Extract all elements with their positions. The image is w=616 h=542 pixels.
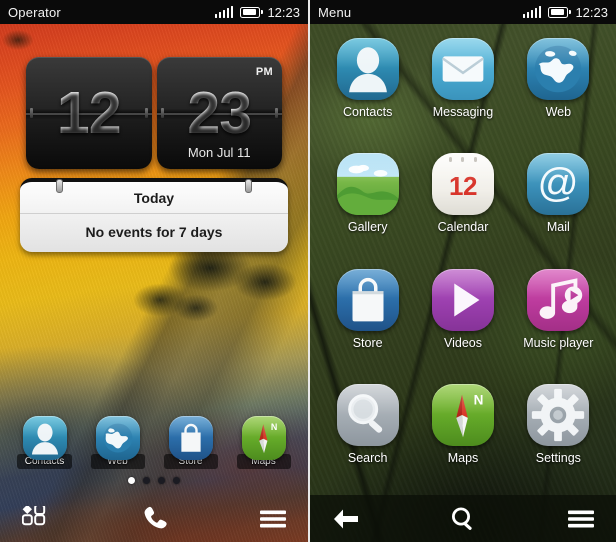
search-button[interactable] [419, 495, 506, 542]
app-calendar[interactable]: 12 Calendar [415, 149, 510, 264]
app-videos[interactable]: Videos [415, 265, 510, 380]
home-status-bar: Operator 12:23 [0, 0, 308, 24]
clock-hours: 12 [26, 57, 152, 169]
app-label-settings: Settings [535, 450, 581, 465]
menu-status-bar: Menu 12:23 [310, 0, 616, 24]
app-label-search: Search [347, 450, 388, 465]
app-label-web: Web [545, 105, 572, 119]
settings-icon [527, 383, 590, 446]
dialer-button[interactable] [110, 495, 198, 542]
search-icon [336, 383, 399, 446]
battery-icon [548, 6, 571, 18]
app-label-messaging: Messaging [432, 105, 494, 119]
app-label-store: Store [352, 335, 383, 350]
signal-bars-icon [522, 6, 542, 18]
messaging-icon [431, 38, 494, 100]
gallery-icon [336, 153, 399, 216]
maps-icon: N [241, 416, 286, 460]
calendar-widget-event: No events for 7 days [85, 224, 223, 240]
menu-grid-button[interactable] [0, 495, 110, 542]
grid-icon [22, 505, 46, 525]
app-label-maps: Maps [447, 450, 479, 465]
clock-date: Mon Jul 11 [187, 145, 251, 160]
app-music-player[interactable]: Music player [511, 265, 606, 380]
app-grid: Contacts Messaging Web Gallery 12 Calend… [310, 30, 616, 495]
back-button[interactable] [310, 495, 419, 542]
app-label-videos: Videos [443, 335, 482, 350]
clock-minutes-card: 23 PM Mon Jul 11 [156, 57, 282, 169]
menu-toolbar [310, 495, 616, 542]
home-screen-panel: Operator 12:23 12 23 PM Mon Jul 11 Today… [0, 0, 308, 542]
app-search[interactable]: Search [320, 380, 415, 495]
contacts-icon [336, 38, 399, 100]
app-web[interactable]: Web [511, 34, 606, 149]
page-dot-1[interactable] [128, 477, 135, 484]
mail-icon: @ [527, 153, 590, 216]
music-player-icon [527, 268, 590, 331]
app-store[interactable]: Store [320, 265, 415, 380]
dual-phone-screenshot: Operator 12:23 12 23 PM Mon Jul 11 Today… [0, 0, 616, 542]
videos-icon [431, 268, 494, 331]
dock-item-web[interactable]: Web [88, 416, 148, 469]
home-dock: Contacts Web Store N Maps [0, 416, 308, 469]
app-label-calendar: Calendar [437, 220, 489, 235]
calendar-icon: 12 [431, 153, 494, 216]
signal-bars-icon [214, 6, 234, 18]
menu-title: Menu [318, 4, 352, 20]
phone-handset-icon [144, 506, 167, 528]
hamburger-icon [260, 510, 286, 527]
dock-item-contacts[interactable]: Contacts [15, 416, 75, 469]
clock-hours-card: 12 [26, 57, 152, 169]
svg-text:N: N [270, 422, 276, 432]
calendar-clip-right-icon [245, 179, 252, 193]
app-label-contacts: Contacts [342, 105, 393, 119]
calendar-widget[interactable]: Today No events for 7 days [20, 178, 288, 252]
calendar-clip-left-icon [56, 179, 63, 193]
web-icon [527, 38, 590, 100]
app-maps[interactable]: N Maps [415, 380, 510, 495]
store-icon [336, 268, 399, 331]
clock-ampm: PM [255, 66, 273, 78]
contacts-icon [22, 416, 67, 460]
calendar-date-badge: 12 [449, 171, 477, 202]
options-button[interactable] [198, 495, 308, 542]
options-button[interactable] [507, 495, 616, 542]
app-contacts[interactable]: Contacts [320, 34, 415, 149]
svg-text:@: @ [538, 160, 579, 206]
app-mail[interactable]: @ Mail [511, 149, 606, 264]
flip-clock-widget[interactable]: 12 23 PM Mon Jul 11 [26, 57, 282, 169]
store-icon [168, 416, 213, 460]
battery-icon [240, 6, 263, 18]
menu-screen-panel: Menu 12:23 Contacts Messaging Web Galler… [308, 0, 616, 542]
home-toolbar [0, 495, 308, 542]
app-label-gallery: Gallery [347, 220, 388, 235]
page-indicator[interactable] [0, 477, 308, 484]
operator-label: Operator [8, 4, 61, 20]
hamburger-icon [567, 510, 594, 527]
home-clock-label: 12:23 [267, 4, 300, 20]
page-dot-2[interactable] [143, 477, 150, 484]
page-dot-4[interactable] [173, 477, 180, 484]
web-icon [95, 416, 140, 460]
maps-icon: N [431, 383, 494, 446]
menu-clock-label: 12:23 [575, 4, 608, 20]
svg-text:N: N [474, 392, 484, 407]
back-arrow-icon [334, 509, 358, 528]
dock-item-store[interactable]: Store [161, 416, 221, 469]
dock-item-maps[interactable]: N Maps [234, 416, 294, 469]
app-label-mail: Mail [546, 220, 570, 235]
app-messaging[interactable]: Messaging [415, 34, 510, 149]
app-label-music-player: Music player [523, 335, 594, 350]
app-gallery[interactable]: Gallery [320, 149, 415, 264]
app-settings[interactable]: Settings [511, 380, 606, 495]
page-dot-3[interactable] [158, 477, 165, 484]
magnifier-icon [451, 507, 472, 530]
